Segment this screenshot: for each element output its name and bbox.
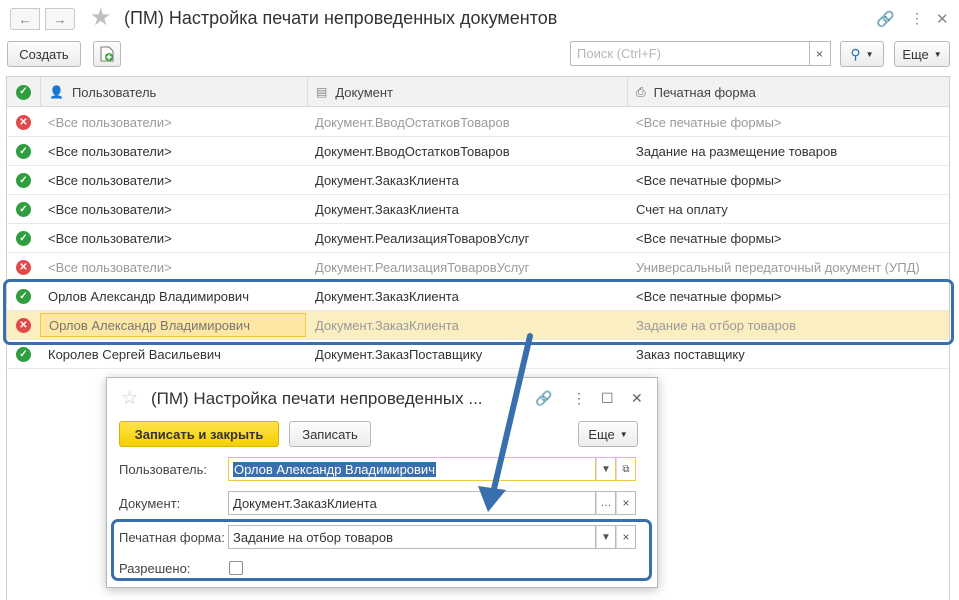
- document-field[interactable]: Документ.ЗаказКлиента: [228, 491, 596, 515]
- close-icon[interactable]: ✕: [631, 390, 643, 407]
- table-header: ✓ 👤 Пользователь ▤ Документ ⎙ Печатная ф…: [7, 77, 949, 107]
- close-icon[interactable]: ✕: [936, 10, 949, 28]
- user-column-header[interactable]: 👤 Пользователь: [41, 77, 308, 107]
- document-cell: Документ.ВводОстатковТоваров: [315, 143, 510, 159]
- search-icon: ⚲: [850, 45, 861, 62]
- status-allowed-icon: ✓: [16, 144, 31, 159]
- clear-icon: ×: [622, 496, 630, 510]
- clear-icon: ×: [815, 46, 823, 61]
- document-select-button[interactable]: …: [596, 491, 616, 515]
- table-row[interactable]: ✕ <Все пользователи> Документ.ВводОстатк…: [7, 108, 949, 137]
- check-status-icon: ✓: [16, 84, 31, 100]
- add-document-icon: [100, 46, 114, 62]
- more-button[interactable]: Еще ▼: [578, 421, 638, 447]
- user-label: Пользователь:: [119, 462, 207, 477]
- more-vertical-icon[interactable]: ⋮: [910, 10, 924, 27]
- print-form-cell: Задание на размещение товаров: [636, 143, 838, 159]
- user-field-value: Орлов Александр Владимирович: [233, 461, 436, 477]
- chevron-down-icon: ▼: [601, 463, 611, 475]
- user-cell: <Все пользователи>: [48, 143, 172, 159]
- arrow-left-icon: ←: [18, 11, 32, 27]
- table-row[interactable]: ✕ <Все пользователи> Документ.Реализация…: [7, 253, 949, 282]
- print-form-cell: Счет на оплату: [636, 201, 728, 217]
- document-icon: ▤: [316, 85, 328, 99]
- document-cell: Документ.ЗаказКлиента: [315, 172, 459, 188]
- document-label: Документ:: [119, 496, 181, 511]
- save-button[interactable]: Записать: [289, 421, 371, 447]
- print-form-cell: <Все печатные формы>: [636, 230, 782, 246]
- printer-icon: ⎙: [636, 84, 646, 99]
- document-cell: Документ.РеализацияТоваровУслуг: [315, 259, 530, 275]
- status-column-header[interactable]: ✓: [7, 77, 41, 107]
- user-open-button[interactable]: ⧉: [616, 457, 636, 481]
- user-cell: <Все пользователи>: [48, 259, 172, 275]
- maximize-icon[interactable]: ☐: [601, 390, 614, 407]
- back-button[interactable]: ←: [10, 8, 40, 30]
- create-copy-button[interactable]: [93, 41, 121, 67]
- record-dialog: ☆ (ПМ) Настройка печати непроведенных ..…: [106, 377, 658, 588]
- forward-button[interactable]: →: [45, 8, 75, 30]
- document-field-value: Документ.ЗаказКлиента: [233, 495, 377, 511]
- print-form-cell: Универсальный передаточный документ (УПД…: [636, 259, 920, 275]
- status-allowed-icon: ✓: [16, 347, 31, 362]
- search-input[interactable]: Поиск (Ctrl+F): [570, 41, 810, 66]
- document-cell: Документ.ЗаказКлиента: [315, 201, 459, 217]
- link-icon[interactable]: 🔗: [535, 390, 552, 407]
- document-clear-button[interactable]: ×: [616, 491, 636, 515]
- status-allowed-icon: ✓: [16, 173, 31, 188]
- more-vertical-icon[interactable]: ⋮: [572, 390, 586, 407]
- user-cell: <Все пользователи>: [48, 230, 172, 246]
- user-cell: <Все пользователи>: [48, 114, 172, 130]
- more-button[interactable]: Еще ▼: [894, 41, 950, 67]
- rows-annotation-box: [3, 279, 954, 345]
- status-denied-icon: ✕: [16, 115, 31, 130]
- window-title: (ПМ) Настройка печати непроведенных доку…: [124, 8, 558, 28]
- search-button[interactable]: ⚲ ▼: [840, 41, 884, 67]
- chevron-down-icon: ▼: [865, 49, 874, 59]
- print-form-cell: <Все печатные формы>: [636, 114, 782, 130]
- arrow-right-icon: →: [53, 11, 67, 27]
- ellipsis-icon: …: [600, 497, 612, 509]
- open-icon: ⧉: [622, 463, 630, 475]
- status-allowed-icon: ✓: [16, 202, 31, 217]
- favorite-star-icon[interactable]: ☆: [121, 387, 138, 410]
- table-row[interactable]: ✓ <Все пользователи> Документ.Реализация…: [7, 224, 949, 253]
- chevron-down-icon: ▼: [933, 49, 942, 59]
- favorite-star-icon[interactable]: ★: [90, 6, 112, 30]
- fields-annotation-box: [111, 519, 652, 581]
- chevron-down-icon: ▼: [619, 429, 628, 439]
- document-cell: Документ.РеализацияТоваровУслуг: [315, 230, 530, 246]
- table-row[interactable]: ✓ <Все пользователи> Документ.ВводОстатк…: [7, 137, 949, 166]
- dialog-title: (ПМ) Настройка печати непроведенных ...: [151, 389, 483, 408]
- user-cell: <Все пользователи>: [48, 172, 172, 188]
- save-and-close-button[interactable]: Записать и закрыть: [119, 421, 279, 447]
- table-row[interactable]: ✓ <Все пользователи> Документ.ЗаказКлиен…: [7, 195, 949, 224]
- search-clear-button[interactable]: ×: [809, 41, 831, 66]
- link-icon[interactable]: 🔗: [876, 10, 895, 28]
- print-form-cell: <Все печатные формы>: [636, 172, 782, 188]
- user-field[interactable]: Орлов Александр Владимирович: [228, 457, 596, 481]
- title-bar: ← → ★ (ПМ) Настройка печати непроведенны…: [0, 0, 959, 38]
- user-dropdown-button[interactable]: ▼: [596, 457, 616, 481]
- create-button[interactable]: Создать: [7, 41, 81, 67]
- user-cell: <Все пользователи>: [48, 201, 172, 217]
- table-row[interactable]: ✓ <Все пользователи> Документ.ЗаказКлиен…: [7, 166, 949, 195]
- status-denied-icon: ✕: [16, 260, 31, 275]
- document-column-header[interactable]: ▤ Документ: [308, 77, 628, 107]
- status-allowed-icon: ✓: [16, 231, 31, 246]
- user-icon: 👤: [49, 85, 64, 99]
- document-cell: Документ.ВводОстатковТоваров: [315, 114, 510, 130]
- print-form-column-header[interactable]: ⎙ Печатная форма: [628, 77, 949, 107]
